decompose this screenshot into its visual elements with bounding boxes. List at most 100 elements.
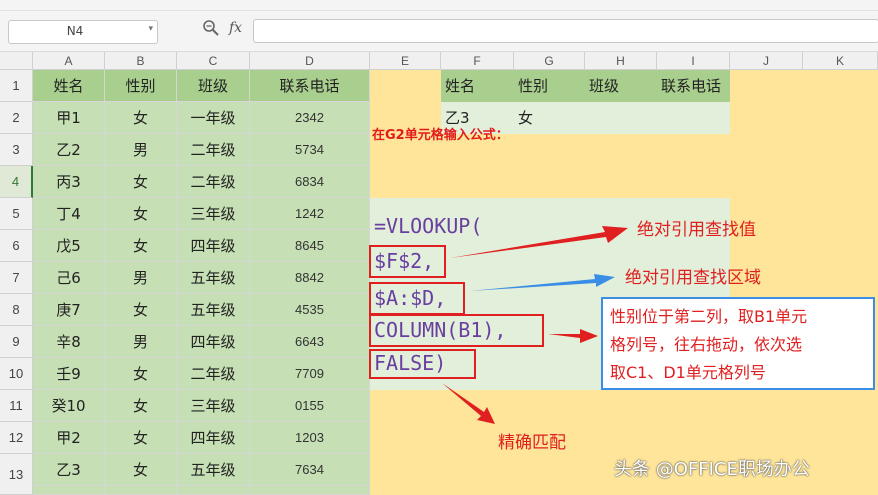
table-cell[interactable]: 女 <box>105 166 177 198</box>
row-header-1[interactable]: 1 <box>0 70 33 102</box>
lookup-value-cell[interactable] <box>585 102 657 134</box>
table-cell[interactable]: 女 <box>105 102 177 134</box>
row-header-3[interactable]: 3 <box>0 134 33 166</box>
table-cell[interactable]: 五年级 <box>177 294 250 326</box>
table-cell[interactable]: 1242 <box>250 198 370 230</box>
row-header-8[interactable]: 8 <box>0 294 33 326</box>
table-cell-partial[interactable] <box>105 486 177 495</box>
table-cell[interactable]: 1203 <box>250 422 370 454</box>
table-cell[interactable]: 三年级 <box>177 390 250 422</box>
chevron-down-icon[interactable]: ▾ <box>148 24 153 34</box>
table-cell[interactable]: 四年级 <box>177 326 250 358</box>
table-cell-partial[interactable] <box>250 486 370 495</box>
table-cell[interactable]: 己6 <box>33 262 105 294</box>
col-header-b[interactable]: B <box>105 52 177 70</box>
table-header-cell[interactable]: 性别 <box>105 70 177 102</box>
lookup-header-cell[interactable]: 姓名 <box>441 70 514 102</box>
table-cell[interactable]: 乙2 <box>33 134 105 166</box>
row-header-2[interactable]: 2 <box>0 102 33 134</box>
col-header-g[interactable]: G <box>514 52 585 70</box>
fx-icon[interactable]: fx <box>229 20 242 36</box>
lookup-value-cell[interactable] <box>657 102 730 134</box>
table-cell[interactable]: 女 <box>105 294 177 326</box>
note-absolute-range: 绝对引用查找区域 <box>625 268 761 288</box>
select-all-corner[interactable] <box>0 52 33 70</box>
table-cell[interactable]: 6643 <box>250 326 370 358</box>
formula-line-lookup-range: $A:$D, <box>374 286 447 310</box>
table-header-cell[interactable]: 姓名 <box>33 70 105 102</box>
table-cell[interactable]: 庚7 <box>33 294 105 326</box>
table-cell[interactable]: 四年级 <box>177 422 250 454</box>
table-cell[interactable]: 丙3 <box>33 166 105 198</box>
col-header-e[interactable]: E <box>370 52 441 70</box>
table-cell[interactable]: 丁4 <box>33 198 105 230</box>
table-cell[interactable]: 二年级 <box>177 134 250 166</box>
row-header-6[interactable]: 6 <box>0 230 33 262</box>
row-header-13[interactable]: 13 <box>0 454 33 495</box>
row-header-11[interactable]: 11 <box>0 390 33 422</box>
formula-input[interactable] <box>253 19 878 43</box>
table-cell[interactable]: 7709 <box>250 358 370 390</box>
row-header-12[interactable]: 12 <box>0 422 33 454</box>
table-cell[interactable]: 女 <box>105 390 177 422</box>
table-cell[interactable]: 五年级 <box>177 454 250 486</box>
col-header-f[interactable]: F <box>441 52 514 70</box>
table-cell[interactable]: 8842 <box>250 262 370 294</box>
table-cell[interactable]: 四年级 <box>177 230 250 262</box>
col-header-j[interactable]: J <box>730 52 803 70</box>
row-header-4[interactable]: 4 <box>0 166 33 198</box>
table-cell[interactable]: 7634 <box>250 454 370 486</box>
table-cell[interactable]: 壬9 <box>33 358 105 390</box>
table-cell[interactable]: 男 <box>105 326 177 358</box>
table-cell[interactable]: 4535 <box>250 294 370 326</box>
table-cell[interactable]: 三年级 <box>177 198 250 230</box>
table-cell[interactable]: 癸10 <box>33 390 105 422</box>
row-header-9[interactable]: 9 <box>0 326 33 358</box>
row-header-10[interactable]: 10 <box>0 358 33 390</box>
formula-line-column: COLUMN(B1), <box>374 318 507 342</box>
col-header-a[interactable]: A <box>33 52 105 70</box>
table-cell[interactable]: 女 <box>105 230 177 262</box>
table-header-cell[interactable]: 班级 <box>177 70 250 102</box>
row-header-5[interactable]: 5 <box>0 198 33 230</box>
table-cell[interactable]: 乙3 <box>33 454 105 486</box>
table-cell[interactable]: 二年级 <box>177 166 250 198</box>
table-cell[interactable]: 女 <box>105 358 177 390</box>
lookup-header-cell[interactable]: 联系电话 <box>657 70 730 102</box>
col-header-c[interactable]: C <box>177 52 250 70</box>
table-cell[interactable]: 女 <box>105 454 177 486</box>
table-cell[interactable]: 女 <box>105 198 177 230</box>
table-cell[interactable]: 6834 <box>250 166 370 198</box>
name-box[interactable]: N4 ▾ <box>8 20 158 44</box>
lookup-header-cell[interactable]: 性别 <box>514 70 585 102</box>
table-cell-partial[interactable] <box>177 486 250 495</box>
col-header-k[interactable]: K <box>803 52 878 70</box>
table-cell[interactable]: 男 <box>105 262 177 294</box>
table-cell[interactable]: 一年级 <box>177 102 250 134</box>
table-header-cell[interactable]: 联系电话 <box>250 70 370 102</box>
row-header-7[interactable]: 7 <box>0 262 33 294</box>
table-cell[interactable]: 甲2 <box>33 422 105 454</box>
table-cell[interactable]: 0155 <box>250 390 370 422</box>
lookup-value-cell[interactable]: 女 <box>514 102 585 134</box>
table-cell[interactable]: 女 <box>105 422 177 454</box>
zoom-icon[interactable] <box>202 19 220 37</box>
formula-line-lookup-value: $F$2, <box>374 249 435 273</box>
table-cell-partial[interactable] <box>33 486 105 495</box>
col-header-i[interactable]: I <box>657 52 730 70</box>
table-cell[interactable]: 5734 <box>250 134 370 166</box>
table-cell[interactable]: 男 <box>105 134 177 166</box>
table-cell[interactable]: 二年级 <box>177 358 250 390</box>
col-header-d[interactable]: D <box>250 52 370 70</box>
lookup-header-cell[interactable]: 班级 <box>585 70 657 102</box>
table-cell[interactable]: 2342 <box>250 102 370 134</box>
table-cell[interactable]: 甲1 <box>33 102 105 134</box>
table-cell[interactable]: 戊5 <box>33 230 105 262</box>
col-header-h[interactable]: H <box>585 52 657 70</box>
table-cell[interactable]: 五年级 <box>177 262 250 294</box>
table-cell[interactable]: 辛8 <box>33 326 105 358</box>
formula-line-vlookup: =VLOOKUP( <box>374 214 483 238</box>
name-box-value: N4 <box>66 24 84 38</box>
note-exact-match: 精确匹配 <box>498 433 566 453</box>
table-cell[interactable]: 8645 <box>250 230 370 262</box>
